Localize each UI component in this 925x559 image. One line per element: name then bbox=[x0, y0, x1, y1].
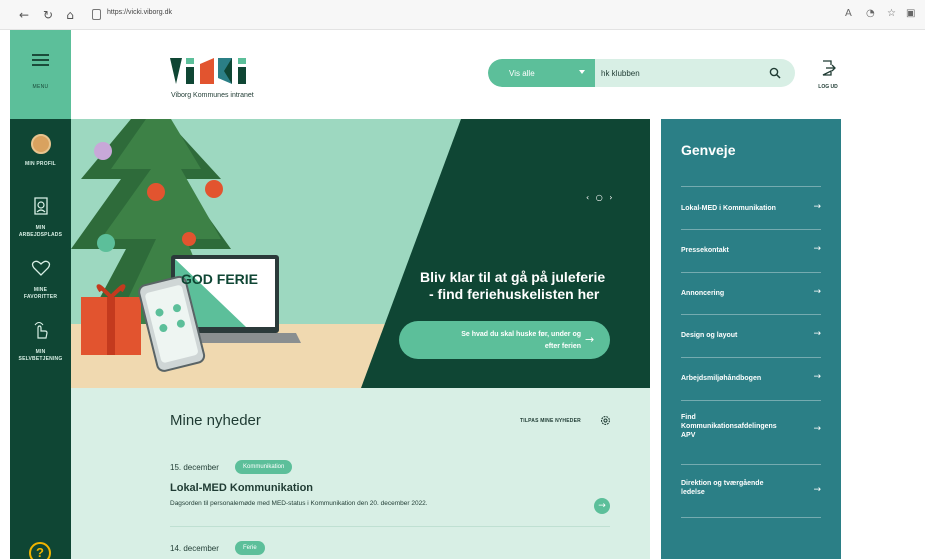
label-line: Kommunikationsafdelingens bbox=[681, 423, 777, 430]
shortcut-label: Direktion og tværgående ledelse bbox=[681, 479, 793, 497]
shortcut-item[interactable]: Pressekontakt → bbox=[681, 229, 821, 272]
avatar bbox=[30, 134, 51, 154]
extensions-icon[interactable]: ◔ bbox=[866, 8, 875, 19]
read-aloud-icon[interactable]: A bbox=[845, 8, 852, 19]
refresh-icon[interactable]: ↻ bbox=[41, 8, 55, 22]
gear-icon[interactable] bbox=[600, 415, 611, 426]
label-line: MIN bbox=[35, 225, 46, 231]
shortcut-item[interactable]: Lokal-MED i Kommunikation → bbox=[681, 186, 821, 229]
sidebar-item-favorites[interactable]: MINE FAVORITTER bbox=[10, 258, 71, 301]
arrow-right-icon: → bbox=[813, 329, 821, 339]
shortcut-label: Annoncering bbox=[681, 290, 725, 297]
news-tag[interactable]: Kommunikation bbox=[235, 460, 293, 474]
label-line: Find bbox=[681, 414, 696, 421]
logout-button[interactable]: LOG UD bbox=[816, 60, 840, 90]
news-date: 14. december bbox=[170, 544, 219, 553]
label-line: SELVBETJENING bbox=[18, 356, 63, 362]
cta-line: efter ferien bbox=[544, 343, 581, 350]
sidebar-item-label: MIN PROFIL bbox=[25, 161, 56, 167]
back-icon[interactable]: ← bbox=[17, 8, 31, 22]
divider bbox=[170, 526, 610, 527]
news-headline[interactable]: Lokal-MED Kommunikation bbox=[170, 482, 313, 494]
lock-icon bbox=[92, 9, 101, 20]
search-icon[interactable] bbox=[769, 67, 781, 79]
label-line: ARBEJDSPLADS bbox=[18, 232, 63, 238]
shortcut-item[interactable]: Find Kommunikationsafdelingens APV → bbox=[681, 400, 821, 464]
search-bar: Vis alle bbox=[488, 59, 795, 87]
laptop-text: GOD FERIE bbox=[181, 271, 259, 287]
tailor-news-link[interactable]: TILPAS MINE NYHEDER bbox=[520, 418, 581, 424]
arrow-right-icon: → bbox=[813, 424, 821, 434]
news-tag[interactable]: Ferie bbox=[235, 541, 265, 555]
sidebar-item-label: MIN SELVBETJENING bbox=[10, 349, 71, 363]
sidebar-item-label: MIN ARBEJDSPLADS bbox=[10, 225, 71, 239]
shortcut-label: Find Kommunikationsafdelingens APV bbox=[681, 413, 793, 440]
arrow-right-icon: → bbox=[813, 485, 821, 495]
arrow-right-icon: → bbox=[813, 372, 821, 382]
help-button[interactable]: ? bbox=[29, 542, 51, 559]
menu-label: MENU bbox=[32, 84, 49, 90]
shortcut-item[interactable]: Arbejdsmiljøhåndbogen → bbox=[681, 357, 821, 400]
left-sidebar: MENU MIN PROFIL MIN ARBEJDSPLADS MINE FA… bbox=[10, 30, 71, 559]
sidebar-item-selfservice[interactable]: MIN SELVBETJENING bbox=[10, 320, 71, 363]
label-line: MINE bbox=[33, 287, 48, 293]
hero-title-line-2: - find feriehuskelisten her bbox=[429, 286, 600, 302]
arrow-right-icon[interactable]: → bbox=[594, 498, 610, 514]
shortcut-label: Lokal-MED i Kommunikation bbox=[681, 205, 776, 212]
search-input[interactable] bbox=[601, 66, 761, 80]
cta-line: Se hvad du skal huske før, under og bbox=[461, 331, 581, 338]
logout-label: LOG UD bbox=[818, 84, 838, 90]
logo-subtitle: Viborg Kommunes intranet bbox=[171, 92, 254, 99]
shortcut-label: Design og layout bbox=[681, 332, 738, 339]
shortcut-label: Arbejdsmiljøhåndbogen bbox=[681, 375, 762, 382]
browser-toolbar: ← ↻ ⌂ https://vicki.viborg.dk A ◔ ☆ ▣ bbox=[0, 0, 925, 30]
search-scope-value: Vis alle bbox=[509, 69, 535, 78]
shortcut-item[interactable]: Direktion og tværgående ledelse → bbox=[681, 464, 821, 518]
shortcut-label: Pressekontakt bbox=[681, 247, 729, 254]
news-description: Dagsorden til personalemøde med MED-stat… bbox=[170, 500, 428, 507]
logout-icon bbox=[822, 60, 836, 76]
search-scope-select[interactable]: Vis alle bbox=[488, 59, 595, 87]
home-icon[interactable]: ⌂ bbox=[63, 8, 77, 22]
collections-icon[interactable]: ▣ bbox=[906, 8, 915, 19]
label-line: ledelse bbox=[681, 489, 705, 496]
favorites-icon[interactable]: ☆ bbox=[887, 8, 896, 19]
arrow-right-icon: → bbox=[813, 287, 821, 297]
arrow-right-icon: → bbox=[585, 333, 595, 346]
shortcut-item[interactable]: Design og layout → bbox=[681, 314, 821, 357]
label-line: Direktion og tværgående bbox=[681, 480, 764, 487]
building-icon bbox=[33, 197, 48, 215]
menu-button[interactable]: MENU bbox=[10, 30, 71, 119]
hero-cta-button[interactable]: Se hvad du skal huske før, under og efte… bbox=[399, 321, 610, 359]
hand-pointer-icon bbox=[34, 321, 48, 339]
label-line: FAVORITTER bbox=[23, 294, 58, 300]
vicki-logo[interactable] bbox=[170, 56, 270, 86]
shortcuts-title: Genveje bbox=[681, 142, 736, 158]
heart-icon bbox=[31, 260, 50, 276]
arrow-right-icon: → bbox=[813, 244, 821, 254]
address-bar[interactable]: https://vicki.viborg.dk bbox=[107, 9, 172, 16]
label-line: MIN bbox=[35, 349, 46, 355]
label-line: APV bbox=[681, 432, 696, 439]
hero-title-line-1: Bliv klar til at gå på juleferie bbox=[420, 269, 606, 285]
news-title: Mine nyheder bbox=[170, 412, 261, 429]
sidebar-item-workplace[interactable]: MIN ARBEJDSPLADS bbox=[10, 196, 71, 239]
sidebar-item-profile[interactable]: MIN PROFIL bbox=[10, 134, 71, 168]
hero-cta-label: Se hvad du skal huske før, under og efte… bbox=[411, 329, 581, 353]
sidebar-item-label: MINE FAVORITTER bbox=[10, 287, 71, 301]
news-section bbox=[71, 388, 650, 559]
carousel-controls[interactable]: ‹ ○ › bbox=[586, 193, 614, 202]
shortcut-item[interactable]: Annoncering → bbox=[681, 272, 821, 315]
news-date: 15. december bbox=[170, 463, 219, 472]
hamburger-icon bbox=[32, 54, 49, 66]
chevron-down-icon bbox=[579, 70, 585, 74]
arrow-right-icon: → bbox=[813, 202, 821, 212]
